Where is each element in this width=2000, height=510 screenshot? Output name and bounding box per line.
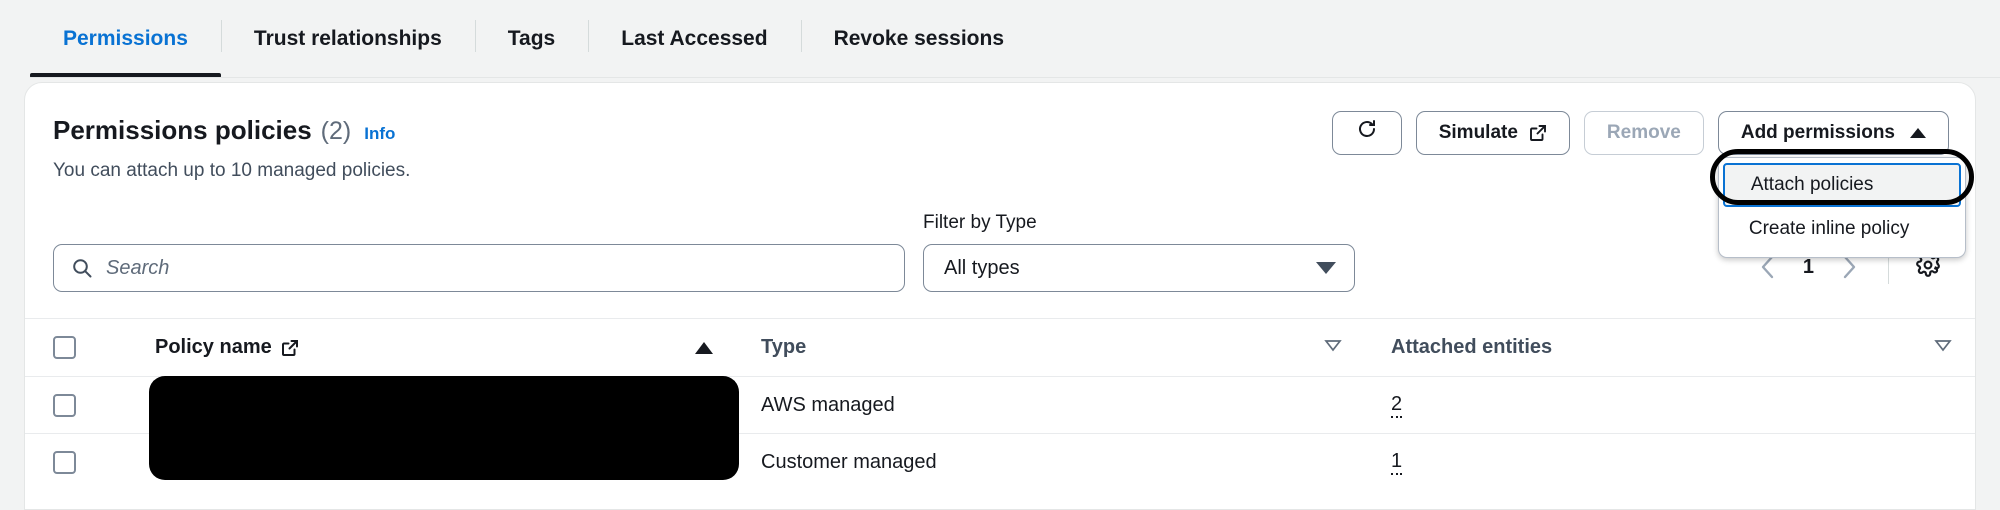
cell-attached-entities: 2 — [1363, 393, 1975, 418]
info-link[interactable]: Info — [364, 124, 395, 144]
tab-label: Permissions — [63, 27, 188, 50]
add-permissions-button[interactable]: Add permissions — [1717, 111, 1949, 155]
search-placeholder: Search — [106, 256, 170, 279]
menu-item-label: Attach policies — [1750, 174, 1874, 195]
tab-label: Tags — [507, 27, 556, 50]
column-label: Policy name — [155, 336, 272, 358]
attached-entities-value[interactable]: 2 — [1391, 393, 1403, 418]
row-checkbox[interactable] — [52, 450, 76, 474]
external-link-icon — [281, 339, 299, 357]
pagination-page-1[interactable]: 1 — [1793, 256, 1824, 279]
cell-type: Customer managed — [733, 451, 1363, 474]
sort-ascending-icon[interactable] — [695, 341, 713, 354]
attached-entities-value[interactable]: 1 — [1391, 450, 1403, 475]
tab-label: Last Accessed — [621, 27, 768, 50]
search-icon — [71, 257, 93, 279]
caret-up-icon — [1910, 128, 1926, 138]
external-link-icon — [1529, 124, 1547, 142]
search-input[interactable]: Search — [53, 244, 905, 292]
menu-item-label: Create inline policy — [1748, 218, 1910, 239]
row-select-cell — [25, 393, 103, 417]
page-title: Permissions policies (2) Info — [53, 115, 410, 146]
sort-icon[interactable] — [1933, 338, 1953, 357]
simulate-label: Simulate — [1438, 122, 1518, 143]
chevron-down-icon — [1316, 262, 1336, 274]
filter-by-type-label: Filter by Type — [923, 212, 1037, 233]
tab-tags[interactable]: Tags — [474, 0, 588, 78]
filter-by-type-select[interactable]: All types — [923, 244, 1355, 292]
table-header-row: Policy name Type Attached entities — [25, 318, 1975, 376]
column-label-group: Policy name — [155, 336, 299, 359]
add-permissions-menu: Attach policies Create inline policy — [1717, 157, 1966, 258]
panel-actions: Simulate Remove Add permissions Attach p… — [1331, 111, 1974, 258]
add-permissions-label: Add permissions — [1740, 122, 1895, 143]
tab-last-accessed[interactable]: Last Accessed — [588, 0, 800, 78]
cell-type: AWS managed — [733, 394, 1363, 417]
panel-header-text: Permissions policies (2) Info You can at… — [53, 111, 410, 182]
tab-permissions[interactable]: Permissions — [30, 0, 221, 78]
tab-bar: Permissions Trust relationships Tags Las… — [0, 0, 2000, 82]
column-header-policy-name[interactable]: Policy name — [103, 336, 733, 359]
type-value: AWS managed — [761, 393, 895, 416]
menu-item-attach-policies[interactable]: Attach policies — [1722, 163, 1961, 207]
table-filter-row: Search Filter by Type All types 1 — [25, 182, 1975, 292]
row-checkbox[interactable] — [52, 393, 76, 417]
select-all-cell — [25, 336, 103, 359]
column-label: Type — [761, 336, 807, 358]
filter-by-type-value: All types — [944, 256, 1020, 279]
cell-attached-entities: 1 — [1363, 450, 1975, 475]
type-value: Customer managed — [761, 450, 937, 473]
menu-item-create-inline-policy[interactable]: Create inline policy — [1719, 207, 1965, 251]
column-label: Attached entities — [1391, 336, 1553, 358]
panel-subtitle: You can attach up to 10 managed policies… — [53, 160, 411, 181]
tab-label: Revoke sessions — [833, 27, 1004, 50]
panel-title-text: Permissions policies — [53, 115, 312, 145]
column-header-attached-entities[interactable]: Attached entities — [1363, 336, 1975, 359]
simulate-button[interactable]: Simulate — [1415, 111, 1570, 155]
sort-icon[interactable] — [1323, 338, 1343, 357]
redacted-policy-names-overlay — [149, 376, 739, 480]
panel-header: Permissions policies (2) Info You can at… — [25, 83, 1975, 258]
remove-label: Remove — [1606, 122, 1681, 143]
select-all-checkbox[interactable] — [52, 336, 76, 359]
tab-revoke-sessions[interactable]: Revoke sessions — [800, 0, 1037, 78]
row-select-cell — [25, 450, 103, 474]
column-header-type[interactable]: Type — [733, 336, 1363, 359]
policies-table: Policy name Type Attached entities AWS m… — [25, 318, 1975, 490]
tab-bar-divider — [30, 77, 2000, 78]
add-permissions-dropdown-wrap: Add permissions Attach policies Create i… — [1709, 111, 1974, 258]
refresh-button[interactable] — [1331, 111, 1402, 155]
remove-button[interactable]: Remove — [1583, 111, 1704, 155]
filter-by-type-group: Filter by Type All types — [923, 212, 1355, 292]
refresh-icon — [1355, 118, 1379, 148]
tab-trust-relationships[interactable]: Trust relationships — [220, 0, 475, 78]
tabs-strip: Permissions Trust relationships Tags Las… — [30, 0, 1037, 78]
panel-count: (2) — [320, 117, 352, 145]
tab-label: Trust relationships — [253, 27, 442, 50]
permissions-policies-panel: Permissions policies (2) Info You can at… — [24, 82, 1976, 510]
